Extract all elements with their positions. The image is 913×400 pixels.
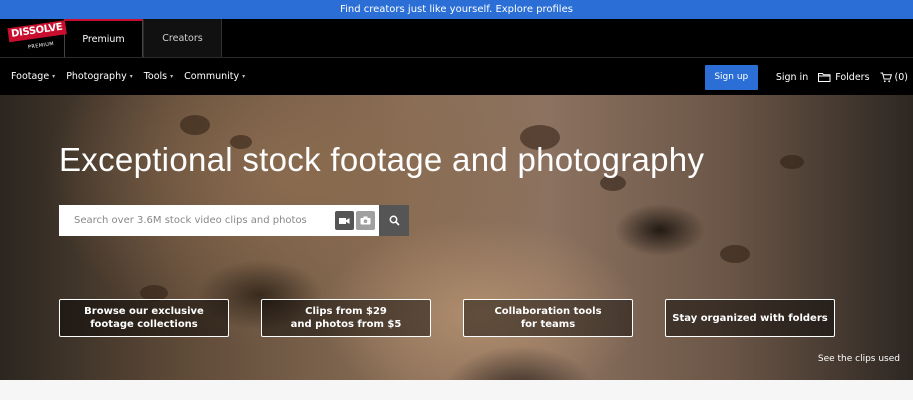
hero-banner: Exceptional stock footage and photograph… [0, 95, 913, 380]
announcement-text[interactable]: Find creators just like yourself. Explor… [340, 4, 573, 15]
background-texture [180, 115, 210, 135]
search-mode-toggle [335, 205, 379, 236]
nav-community[interactable]: Community ▾ [184, 71, 245, 82]
cta-browse-collections[interactable]: Browse our exclusive footage collections [59, 299, 229, 337]
video-camera-icon [339, 217, 350, 224]
cta-line2: for teams [520, 319, 576, 330]
folders-label: Folders [835, 71, 870, 83]
chevron-down-icon: ▾ [52, 73, 56, 80]
cta-text: Clips from $29 and photos from $5 [291, 305, 402, 331]
folder-icon [818, 73, 831, 82]
nav-community-label: Community [184, 71, 240, 82]
cta-line2: footage collections [90, 319, 198, 330]
nav-right: Sign up Sign in Folders (0) [704, 58, 913, 96]
hero-title: Exceptional stock footage and photograph… [59, 141, 705, 178]
camera-icon [360, 216, 371, 225]
main-nav: Footage ▾ Photography ▾ Tools ▾ Communit… [0, 57, 913, 95]
chevron-down-icon: ▾ [170, 73, 174, 80]
cta-line1: Clips from $29 [305, 306, 387, 317]
search-icon [389, 215, 400, 226]
cta-pricing[interactable]: Clips from $29 and photos from $5 [261, 299, 431, 337]
cta-text: Browse our exclusive footage collections [84, 305, 204, 331]
search-bar: Search over 3.6M stock video clips and p… [59, 205, 409, 236]
tab-creators[interactable]: Creators [143, 19, 222, 57]
background-texture [720, 245, 750, 263]
nav-photography-label: Photography [66, 71, 127, 82]
search-input[interactable]: Search over 3.6M stock video clips and p… [59, 205, 335, 236]
folders-link[interactable]: Folders [818, 71, 870, 83]
cta-line1: Stay organized with folders [672, 312, 828, 324]
nav-photography[interactable]: Photography ▾ [66, 71, 133, 82]
tab-premium-label: Premium [82, 33, 125, 45]
chevron-down-icon: ▾ [129, 73, 133, 80]
signup-label: Sign up [714, 72, 749, 82]
announcement-bar[interactable]: Find creators just like yourself. Explor… [0, 0, 913, 19]
signup-button[interactable]: Sign up [704, 64, 758, 90]
background-texture [780, 155, 804, 169]
dissolve-logo[interactable]: DISSOLVE PREMIUM [0, 19, 67, 57]
logo-main-text: DISSOLVE [7, 20, 67, 43]
cta-line2: and photos from $5 [290, 319, 402, 330]
cart-count: (0) [894, 71, 908, 83]
logo-sub-text: PREMIUM [27, 41, 55, 51]
nav-footage-label: Footage [11, 71, 50, 82]
cart-link[interactable]: (0) [880, 72, 908, 83]
brand-bar: DISSOLVE PREMIUM Premium Creators [0, 19, 913, 57]
cta-folders[interactable]: Stay organized with folders [665, 299, 835, 337]
search-placeholder: Search over 3.6M stock video clips and p… [74, 215, 307, 226]
chevron-down-icon: ▾ [242, 73, 246, 80]
see-clips-link[interactable]: See the clips used [818, 354, 900, 364]
cta-text: Collaboration tools for teams [494, 305, 601, 331]
photo-mode-button[interactable] [356, 211, 375, 230]
cta-line1: Collaboration tools [494, 306, 602, 317]
video-mode-button[interactable] [335, 211, 354, 230]
tab-premium[interactable]: Premium [64, 19, 143, 57]
page-below-fold [0, 380, 913, 400]
nav-tools-label: Tools [143, 71, 168, 82]
cart-icon [880, 72, 892, 82]
tab-creators-label: Creators [162, 32, 203, 44]
cta-line1: Browse our exclusive [84, 306, 204, 317]
signin-link[interactable]: Sign in [776, 72, 808, 83]
cta-collaboration[interactable]: Collaboration tools for teams [463, 299, 633, 337]
nav-tools[interactable]: Tools ▾ [144, 71, 173, 82]
search-button[interactable] [379, 205, 409, 236]
logo-badge: DISSOLVE PREMIUM [7, 20, 67, 54]
nav-footage[interactable]: Footage ▾ [11, 71, 55, 82]
